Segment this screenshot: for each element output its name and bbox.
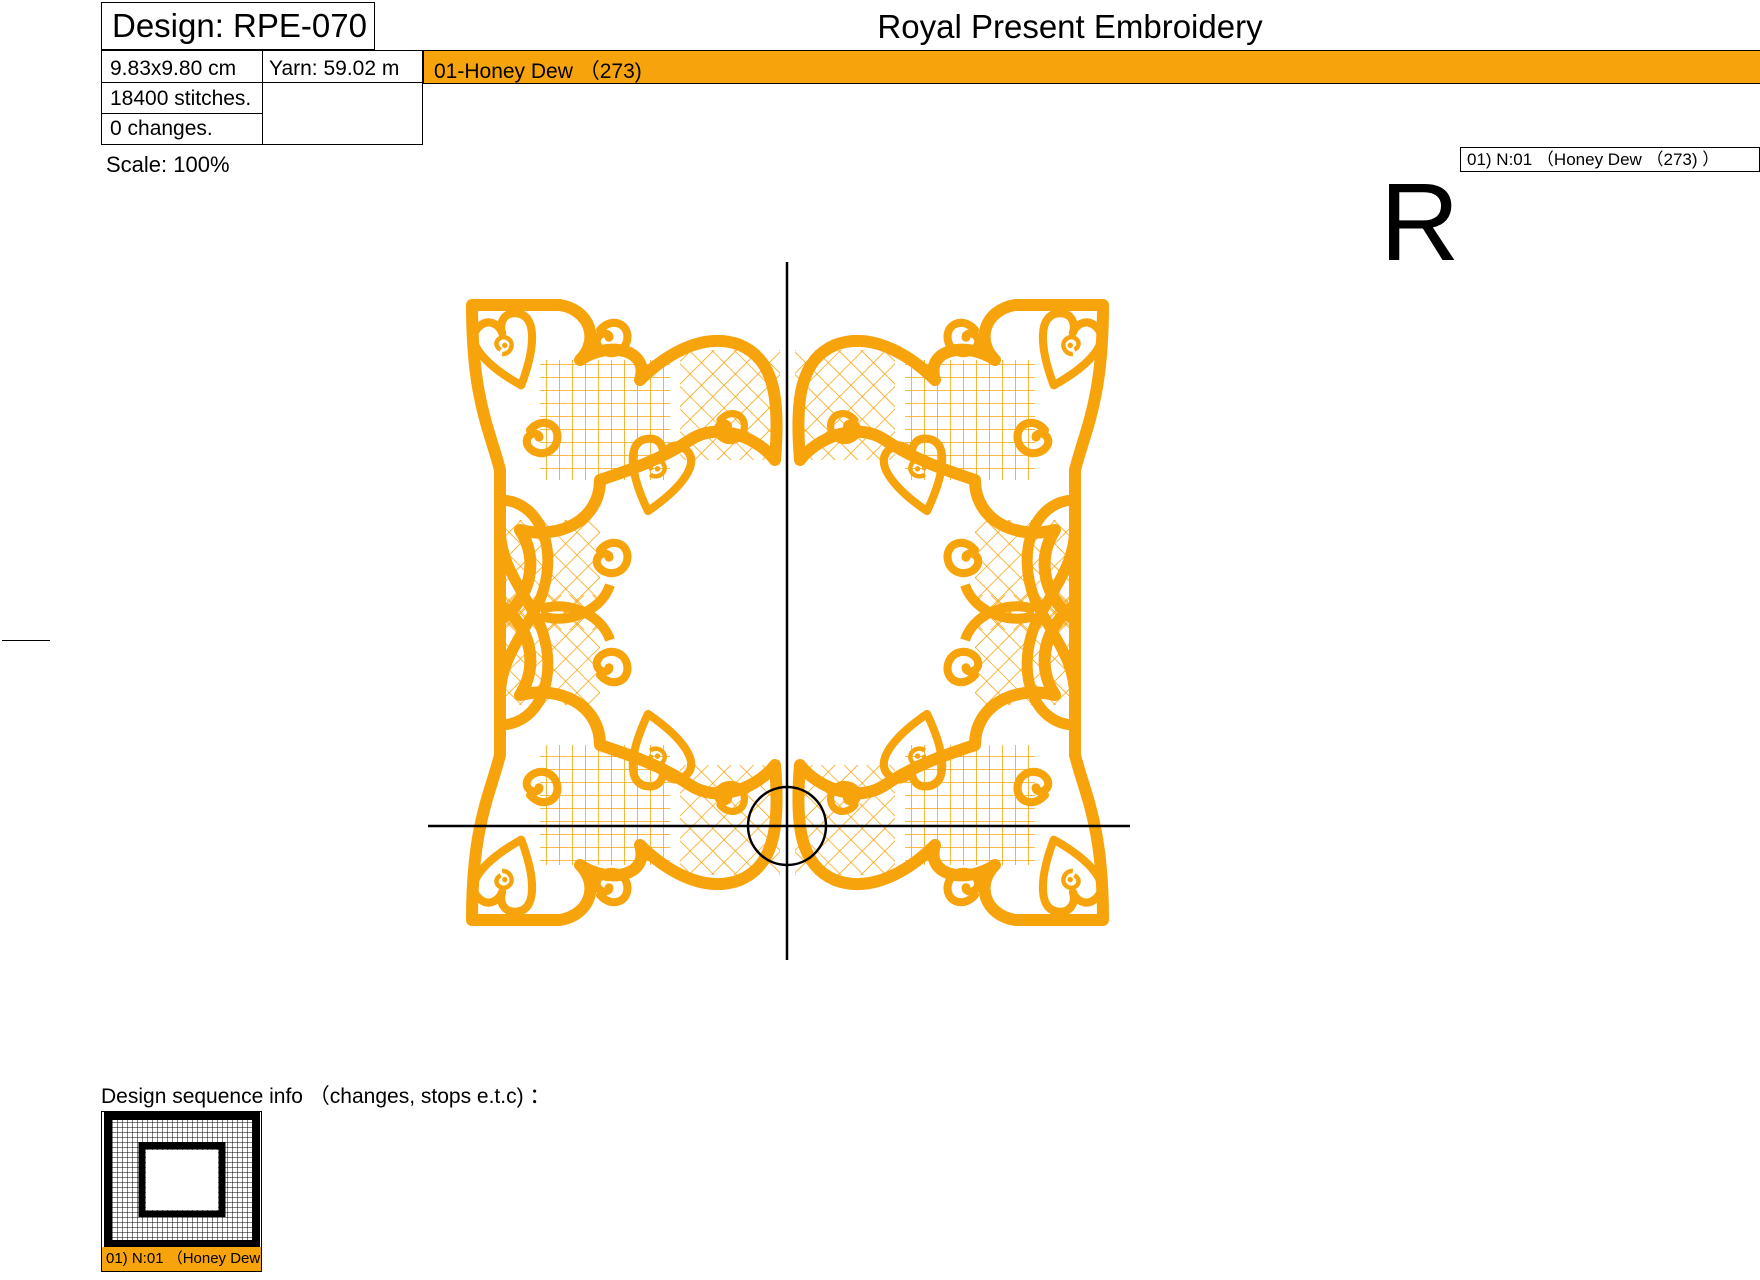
thumbnail-caption: 01) N:01 （Honey Dew xyxy=(102,1247,261,1271)
design-quadrant-bottom-right xyxy=(795,525,1106,920)
thumbnail-preview xyxy=(104,1112,260,1247)
sequence-info-label: Design sequence info （changes, stops e.t… xyxy=(101,1085,551,1108)
sequence-thumbnail: 01) N:01 （Honey Dew xyxy=(101,1111,262,1272)
design-quadrant-bottom-left xyxy=(469,525,780,920)
